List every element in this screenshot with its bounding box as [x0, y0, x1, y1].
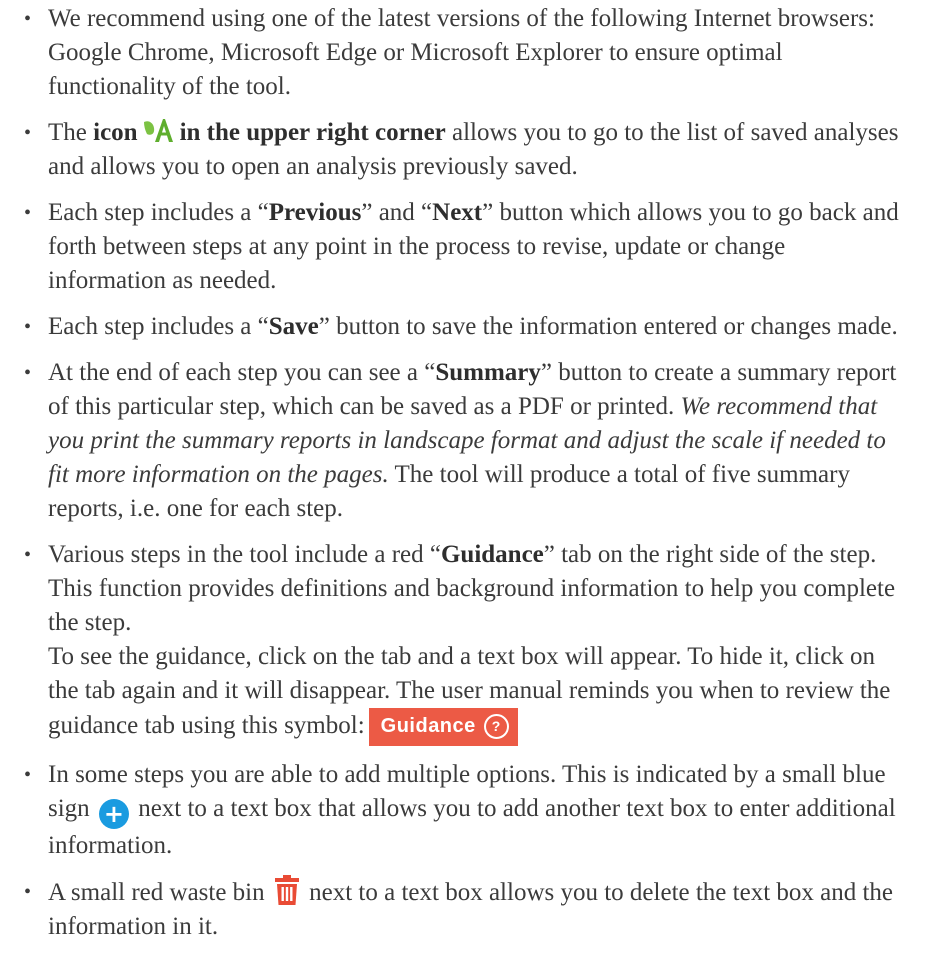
list-item-add-options: In some steps you are able to add multip…: [0, 758, 930, 863]
plus-circle-icon: +: [98, 799, 129, 829]
list-item-delete: A small red waste bin next to a text box…: [0, 875, 930, 944]
text-fragment: A small red waste bin: [48, 879, 265, 906]
text-fragment: The: [48, 119, 94, 146]
trash-bin-icon: [274, 875, 299, 905]
text-fragment: ” and “: [361, 199, 433, 226]
bold-location-label: in the upper right corner: [179, 119, 446, 146]
list-item-summary: At the end of each step you can see a “S…: [0, 356, 930, 526]
question-circle-icon: ?: [483, 713, 509, 739]
bold-icon-label: icon: [93, 119, 138, 146]
text-fragment: Each step includes a “: [48, 199, 269, 226]
list-item-guidance: Various steps in the tool include a red …: [0, 538, 930, 746]
list-item-saved-analyses-icon: The icon in the upper right corner allow…: [0, 116, 930, 184]
next-label: Next: [432, 199, 483, 226]
text-fragment: Various steps in the tool include a red …: [48, 541, 441, 568]
text-fragment: Each step includes a “: [48, 313, 269, 340]
previous-label: Previous: [268, 199, 362, 226]
instructions-list: We recommend using one of the latest ver…: [0, 0, 930, 944]
guidance-badge-label: Guidance: [380, 715, 476, 737]
guidance-badge: Guidance?: [368, 708, 518, 746]
text-fragment: At the end of each step you can see a “: [48, 359, 436, 386]
leaf-logo-icon: [143, 119, 173, 142]
text-fragment: ” button to save the information entered…: [318, 313, 898, 340]
list-item-save: Each step includes a “Save” button to sa…: [0, 310, 930, 344]
summary-label: Summary: [435, 359, 541, 386]
save-label: Save: [268, 313, 319, 340]
list-item-browsers: We recommend using one of the latest ver…: [0, 2, 930, 104]
text-fragment: next to a text box that allows you to ad…: [48, 795, 896, 859]
browsers-text: We recommend using one of the latest ver…: [48, 5, 875, 100]
list-item-previous-next: Each step includes a “Previous” and “Nex…: [0, 196, 930, 298]
guidance-label: Guidance: [440, 541, 544, 568]
